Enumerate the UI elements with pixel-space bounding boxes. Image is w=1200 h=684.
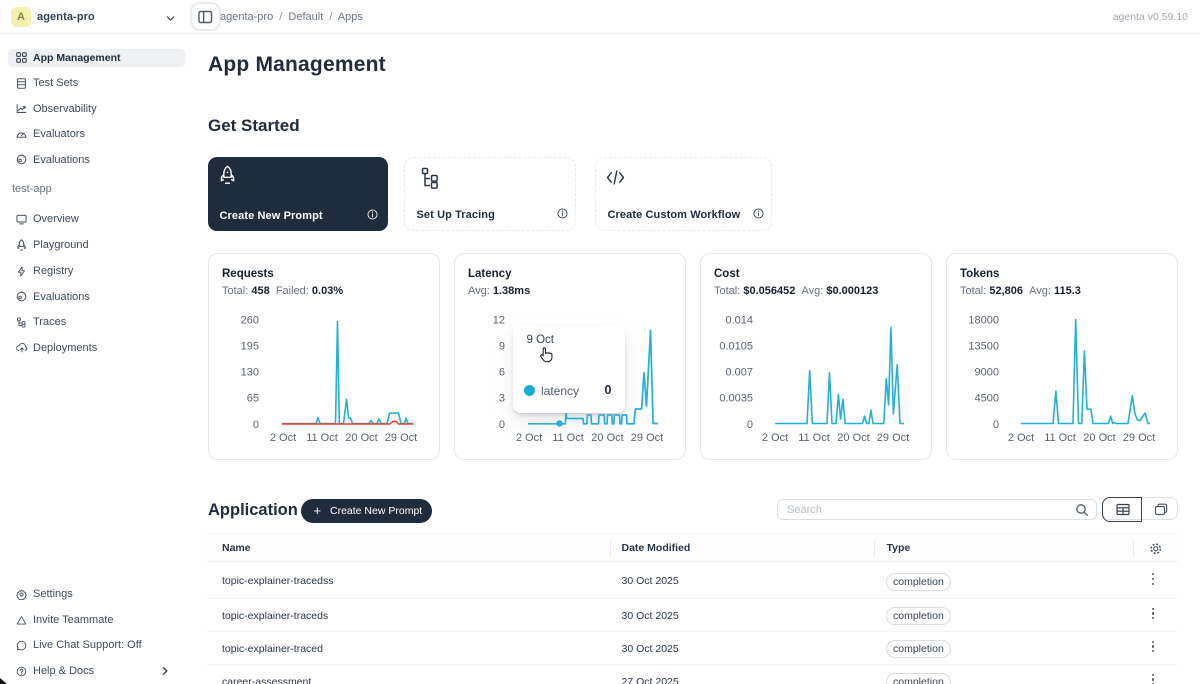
svg-text:0: 0 <box>253 419 259 431</box>
svg-text:3: 3 <box>499 393 505 405</box>
svg-text:0: 0 <box>499 419 505 431</box>
svg-text:2 Oct: 2 Oct <box>516 432 542 444</box>
svg-text:0.0035: 0.0035 <box>719 393 753 405</box>
svg-text:130: 130 <box>241 367 259 379</box>
svg-text:20 Oct: 20 Oct <box>837 432 869 444</box>
svg-text:2 Oct: 2 Oct <box>270 432 296 444</box>
svg-text:20 Oct: 20 Oct <box>1083 432 1115 444</box>
svg-text:11 Oct: 11 Oct <box>798 432 830 444</box>
svg-text:2 Oct: 2 Oct <box>762 432 788 444</box>
svg-text:11 Oct: 11 Oct <box>552 432 584 444</box>
svg-text:0.014: 0.014 <box>725 315 753 327</box>
svg-text:0: 0 <box>993 419 999 431</box>
svg-text:29 Oct: 29 Oct <box>385 432 417 444</box>
svg-text:9: 9 <box>499 341 505 353</box>
svg-text:2 Oct: 2 Oct <box>1008 432 1034 444</box>
svg-text:9000: 9000 <box>975 367 999 379</box>
svg-text:12: 12 <box>493 315 505 327</box>
svg-text:29 Oct: 29 Oct <box>1123 432 1155 444</box>
svg-text:0.0105: 0.0105 <box>719 341 753 353</box>
svg-text:20 Oct: 20 Oct <box>591 432 623 444</box>
svg-text:18000: 18000 <box>968 315 999 327</box>
svg-text:195: 195 <box>241 341 259 353</box>
svg-text:11 Oct: 11 Oct <box>306 432 338 444</box>
svg-text:29 Oct: 29 Oct <box>877 432 909 444</box>
svg-text:260: 260 <box>241 315 259 327</box>
svg-text:65: 65 <box>247 393 259 405</box>
svg-text:4500: 4500 <box>975 393 999 405</box>
svg-text:6: 6 <box>499 367 505 379</box>
svg-text:0.007: 0.007 <box>725 367 753 379</box>
svg-text:29 Oct: 29 Oct <box>631 432 663 444</box>
svg-text:0: 0 <box>747 419 753 431</box>
svg-text:11 Oct: 11 Oct <box>1044 432 1076 444</box>
svg-text:13500: 13500 <box>968 341 999 353</box>
svg-text:20 Oct: 20 Oct <box>345 432 377 444</box>
